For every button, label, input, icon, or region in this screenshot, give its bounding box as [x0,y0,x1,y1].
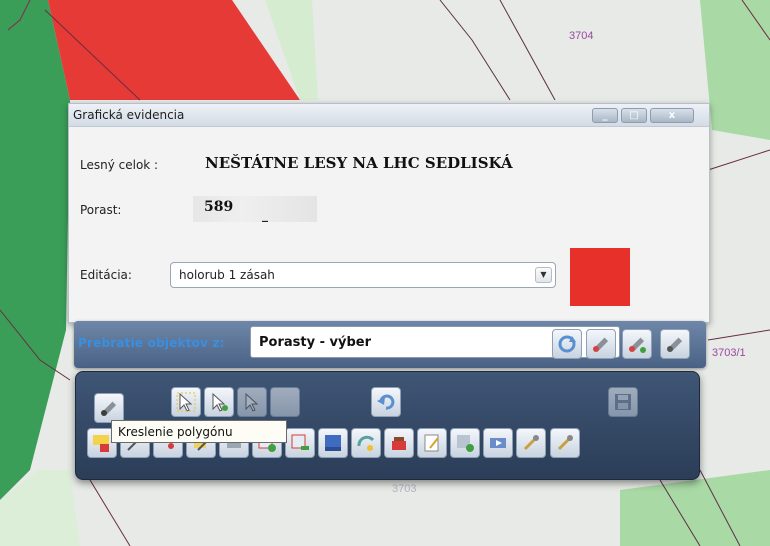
window-titlebar[interactable]: Grafická evidencia _ □ x [69,104,709,127]
close-icon: x [668,110,676,121]
porast-suffix: _ [262,208,268,222]
select-remove-icon [245,392,259,412]
lesny-celok-value: NEŠTÁTNE LESY NA LHC SEDLISKÁ [205,154,513,172]
save-disk-icon [615,394,631,410]
tools-button[interactable] [516,428,546,458]
map-parcel-label: 3703/1 [712,347,746,359]
new-feature-button[interactable] [450,428,480,458]
rotate-button[interactable] [351,428,381,458]
notes-button[interactable] [417,428,447,458]
porast-label: Porast: [80,203,122,217]
pen-icon [593,337,609,352]
prebratie-label: Prebratie objektov z: [78,336,225,350]
tooltip-text: Kreslenie polygónu [118,425,233,439]
rotate-icon [357,435,375,451]
map-parcel-label: 3703 [392,483,417,495]
refresh-icon [558,335,576,353]
minimize-button[interactable]: _ [592,108,618,123]
import-remove-button[interactable] [660,329,690,359]
close-button[interactable]: x [650,108,694,123]
remove-vertex-button[interactable] [285,428,315,458]
lesny-celok-label: Lesný celok : [80,158,159,172]
blank-icon [274,391,296,413]
minimize-icon: _ [602,110,608,121]
red-basket-button[interactable] [384,428,414,458]
draw-polygon-icon [101,401,117,416]
import-object-button[interactable] [586,329,616,359]
undo-button[interactable] [371,387,401,417]
draw-polygon-button[interactable] [94,393,124,423]
red-basket-icon [392,437,406,450]
refresh-button[interactable] [552,329,582,359]
pen-remove-icon [667,337,683,352]
editacia-select[interactable]: holorub 1 zásah ▼ [170,262,556,288]
select-add-button[interactable] [204,387,234,417]
prebratie-toolbar: Prebratie objektov z: Porasty - výber ▼ [74,321,706,368]
chevron-down-icon[interactable]: ▼ [535,267,552,283]
empty-tool-button[interactable] [270,387,300,417]
remove-vertex-icon [291,434,309,450]
select-button[interactable] [171,387,201,417]
maximize-icon: □ [629,110,639,121]
select-remove-button[interactable] [237,387,267,417]
new-layer-icon [93,435,109,452]
prebratie-selected-value: Porasty - výber [259,335,371,350]
select-arrow-icon [176,392,196,412]
tooltip: Kreslenie polygónu [111,420,287,443]
map-parcel-label: 3704 [569,30,594,42]
save-button[interactable] [608,387,638,417]
editacia-label: Editácia: [80,268,132,282]
wrench-icon [557,435,573,451]
porast-value: 589 [204,199,234,215]
select-add-icon [212,392,228,412]
table-button[interactable] [318,428,348,458]
editacia-selected-value: holorub 1 zásah [179,268,275,282]
table-icon [325,435,341,451]
new-feature-icon [457,435,474,452]
tools-icon [523,435,539,451]
pen-add-icon [629,337,646,353]
editacia-color-swatch [570,248,630,306]
window-title: Grafická evidencia [73,108,185,122]
notes-icon [424,434,439,452]
wrench-button[interactable] [550,428,580,458]
maximize-button[interactable]: □ [621,108,647,123]
import-icon [490,438,506,448]
import-add-button[interactable] [622,329,652,359]
undo-icon [377,394,395,410]
import-button[interactable] [483,428,513,458]
